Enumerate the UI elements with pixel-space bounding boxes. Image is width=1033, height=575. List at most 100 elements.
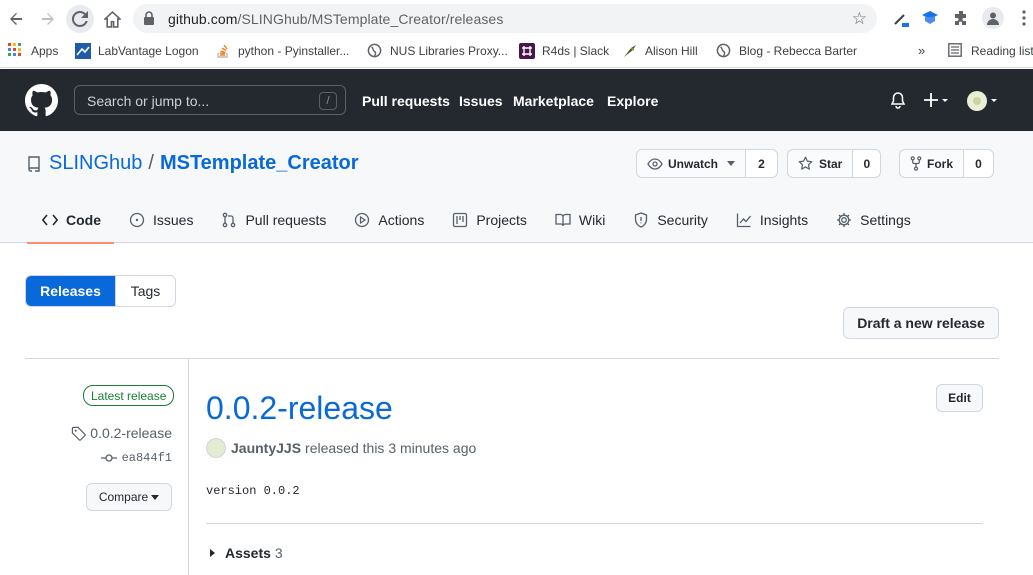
star-label: Star bbox=[819, 156, 843, 171]
search-shortcut-badge: / bbox=[319, 92, 337, 110]
fork-button[interactable]: Fork bbox=[900, 150, 965, 177]
eyedropper-extension-icon[interactable] bbox=[891, 8, 911, 28]
caret-down-icon bbox=[151, 494, 160, 500]
stackoverflow-icon bbox=[215, 43, 231, 59]
draft-new-release-button[interactable]: Draft a new release bbox=[843, 307, 999, 339]
repo-owner-link[interactable]: SLINGhub bbox=[49, 152, 142, 175]
release-divider bbox=[206, 523, 983, 524]
git-commit-icon bbox=[100, 453, 117, 463]
nav-marketplace[interactable]: Marketplace bbox=[513, 93, 594, 109]
star-button[interactable]: Star bbox=[788, 150, 854, 177]
star-button-group: Star 0 bbox=[787, 149, 882, 178]
star-count[interactable]: 0 bbox=[853, 150, 881, 177]
issue-opened-icon bbox=[129, 212, 145, 228]
bookmark-reading-list[interactable]: Reading list bbox=[948, 43, 1033, 59]
release-body: version 0.0.2 bbox=[206, 484, 300, 498]
edit-release-button[interactable]: Edit bbox=[936, 384, 983, 412]
unwatch-label: Unwatch bbox=[668, 156, 719, 171]
author-avatar[interactable] bbox=[206, 438, 226, 458]
releases-tags-subnav: Releases Tags bbox=[25, 275, 176, 307]
triangle-right-icon bbox=[210, 549, 215, 557]
bookmark-nus-libraries[interactable]: NUS Libraries Proxy... bbox=[367, 43, 508, 59]
tab-security[interactable]: Security bbox=[618, 209, 721, 243]
address-bar[interactable]: github.com/SLINGhub/MSTemplate_Creator/r… bbox=[133, 4, 877, 33]
release-title-link[interactable]: 0.0.2-release bbox=[206, 390, 393, 427]
commit-sha: ea844f1 bbox=[121, 451, 172, 465]
latest-release-badge: Latest release bbox=[83, 385, 175, 406]
watch-count[interactable]: 2 bbox=[746, 150, 778, 177]
profile-avatar-icon[interactable] bbox=[982, 7, 1004, 29]
reload-icon[interactable] bbox=[66, 5, 94, 33]
tab-label: Security bbox=[657, 212, 708, 228]
caret-down-icon bbox=[727, 161, 736, 166]
repo-separator: / bbox=[148, 152, 154, 174]
repo-tabs: Code Issues Pull requests Actions Projec… bbox=[27, 209, 924, 244]
shield-icon bbox=[633, 212, 649, 228]
bookmarks-overflow-chevron[interactable]: » bbox=[918, 43, 925, 58]
tab-actions[interactable]: Actions bbox=[339, 209, 437, 243]
overflow-chevron-icon: » bbox=[918, 43, 926, 58]
subnav-releases[interactable]: Releases bbox=[26, 276, 115, 306]
tab-projects[interactable]: Projects bbox=[437, 209, 540, 243]
subnav-tags[interactable]: Tags bbox=[115, 276, 175, 306]
fork-button-group: Fork 0 bbox=[899, 149, 995, 178]
code-icon bbox=[42, 212, 58, 228]
repo-name-link[interactable]: MSTemplate_Creator bbox=[160, 152, 359, 175]
bookmark-star-icon[interactable]: ☆ bbox=[852, 9, 867, 29]
tab-label: Actions bbox=[378, 212, 425, 228]
bookmark-alison-hill[interactable]: Alison Hill bbox=[622, 43, 698, 59]
nav-explore[interactable]: Explore bbox=[607, 93, 658, 109]
fork-count[interactable]: 0 bbox=[964, 150, 994, 177]
user-avatar-menu[interactable] bbox=[966, 90, 1002, 117]
bookmark-label: LabVantage Logon bbox=[98, 44, 199, 58]
unwatch-button[interactable]: Unwatch bbox=[637, 150, 747, 177]
extensions-puzzle-icon[interactable] bbox=[951, 8, 971, 28]
assets-count: 3 bbox=[274, 545, 283, 561]
release-time-text: released this 3 minutes ago bbox=[305, 440, 477, 456]
create-new-plus-icon[interactable] bbox=[923, 91, 951, 114]
graduation-extension-icon[interactable] bbox=[920, 8, 940, 28]
release-commit-link[interactable]: ea844f1 bbox=[100, 451, 172, 465]
search-input[interactable]: Search or jump to... / bbox=[74, 85, 346, 115]
author-link[interactable]: JauntyJJS bbox=[231, 440, 301, 456]
timeline-divider bbox=[188, 359, 189, 575]
repo-title: SLINGhub / MSTemplate_Creator bbox=[27, 152, 359, 175]
bookmark-python-pyinstaller[interactable]: python - Pyinstaller... bbox=[215, 43, 349, 59]
watch-button-group: Unwatch 2 bbox=[636, 149, 779, 178]
release-tag-link[interactable]: 0.0.2-release bbox=[71, 425, 172, 441]
assets-label: Assets bbox=[225, 545, 271, 561]
nav-pull-requests[interactable]: Pull requests bbox=[362, 93, 450, 109]
tab-label: Settings bbox=[860, 212, 911, 228]
tab-issues[interactable]: Issues bbox=[114, 209, 206, 243]
release-tag-label: 0.0.2-release bbox=[90, 425, 172, 441]
bookmark-label: Reading list bbox=[971, 44, 1033, 58]
tab-insights[interactable]: Insights bbox=[721, 209, 821, 243]
bookmark-r4ds-slack[interactable]: R4ds | Slack bbox=[519, 43, 609, 59]
back-arrow-icon[interactable] bbox=[3, 6, 29, 32]
fork-icon bbox=[910, 156, 922, 171]
pull-request-icon bbox=[221, 212, 237, 228]
tab-label: Insights bbox=[759, 212, 809, 228]
graph-icon bbox=[736, 212, 752, 228]
apps-grid-icon bbox=[8, 43, 24, 59]
nav-issues[interactable]: Issues bbox=[459, 93, 503, 109]
alison-hill-icon bbox=[622, 43, 638, 59]
project-board-icon bbox=[452, 212, 468, 228]
labvantage-icon bbox=[75, 43, 91, 59]
github-header: Search or jump to... / Pull requests Iss… bbox=[0, 69, 1033, 131]
tab-settings[interactable]: Settings bbox=[821, 209, 924, 243]
tab-label: Wiki bbox=[578, 212, 606, 228]
bookmark-labvantage[interactable]: LabVantage Logon bbox=[75, 43, 199, 59]
tab-code[interactable]: Code bbox=[27, 209, 114, 244]
forward-arrow-icon[interactable] bbox=[35, 6, 61, 32]
tab-pull-requests[interactable]: Pull requests bbox=[206, 209, 339, 243]
chrome-menu-icon[interactable] bbox=[1014, 8, 1033, 28]
notification-bell-icon[interactable] bbox=[890, 92, 906, 114]
tab-wiki[interactable]: Wiki bbox=[540, 209, 618, 243]
compare-button[interactable]: Compare bbox=[86, 483, 172, 511]
assets-toggle[interactable]: Assets 3 bbox=[210, 545, 283, 561]
bookmark-apps[interactable]: Apps bbox=[8, 43, 58, 59]
github-logo-icon[interactable] bbox=[25, 84, 58, 117]
bookmark-rebecca-barter[interactable]: Blog - Rebecca Barter bbox=[716, 43, 857, 59]
home-icon[interactable] bbox=[99, 6, 125, 32]
